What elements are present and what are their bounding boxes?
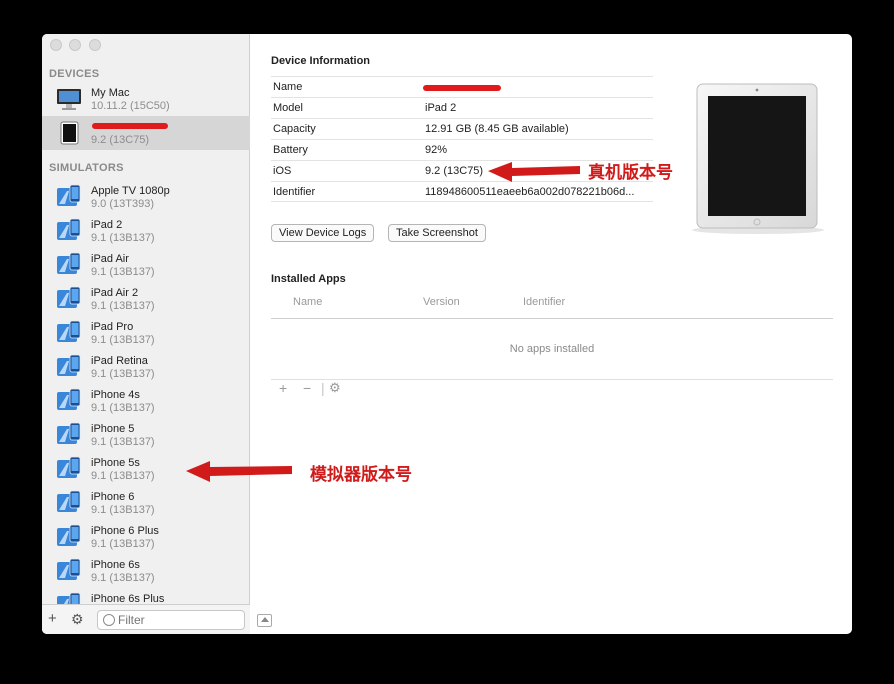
- annotation-layer: [186, 162, 580, 482]
- arrow-device-version: [488, 162, 580, 182]
- simulator-version-annotation: 模拟器版本号: [310, 465, 412, 484]
- arrow-simulator-version: [186, 461, 292, 482]
- device-version-annotation: 真机版本号: [588, 163, 673, 182]
